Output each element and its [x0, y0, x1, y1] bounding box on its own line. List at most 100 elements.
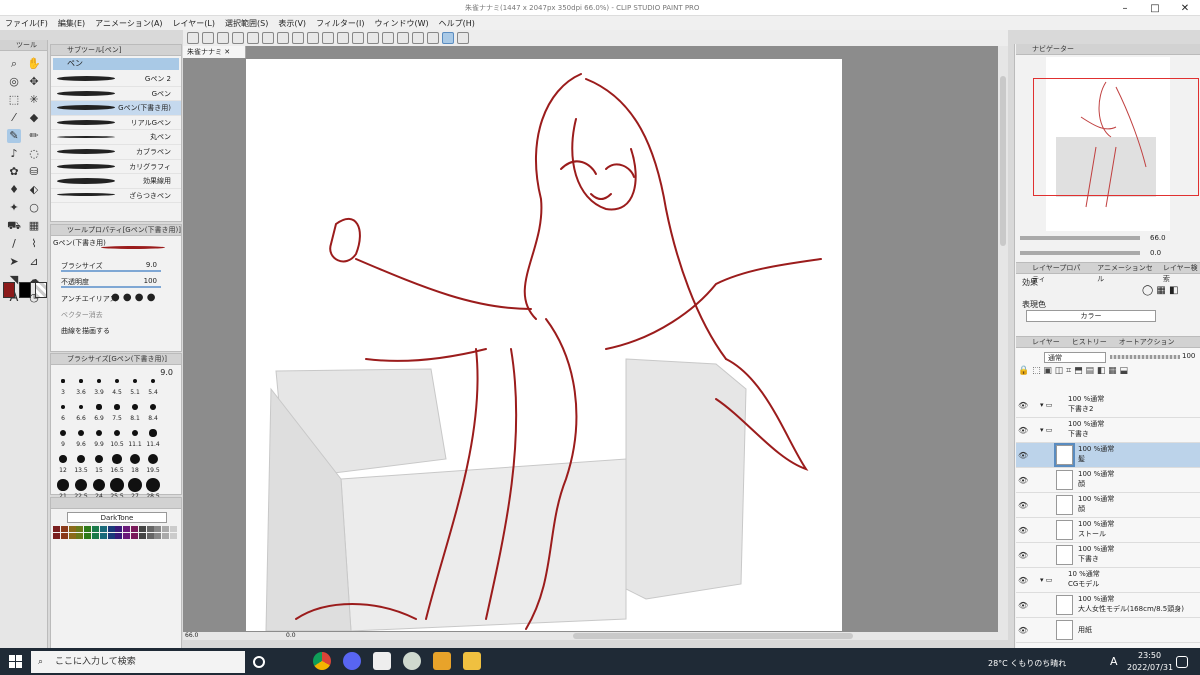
layer-row[interactable]: 👁 100 %通常顔	[1016, 493, 1200, 518]
tab-auto-action[interactable]: オートアクション	[1119, 337, 1175, 347]
pen-icon[interactable]: ✎	[7, 129, 21, 143]
color-swatch[interactable]	[84, 526, 92, 532]
effect-buttons[interactable]: ◯ ▦ ◧	[1142, 285, 1178, 296]
color-swatch[interactable]	[154, 526, 162, 532]
horizontal-scroll-thumb[interactable]	[573, 633, 853, 639]
blend-mode-select[interactable]: 通常	[1044, 352, 1106, 363]
menu-edit[interactable]: 編集(E)	[53, 18, 90, 29]
brush-item[interactable]: カリグラフィ	[51, 160, 181, 175]
menu-view[interactable]: 表示(V)	[273, 18, 311, 29]
brush-item[interactable]: ざらつきペン	[51, 189, 181, 204]
navigator-zoom-slider[interactable]	[1020, 236, 1140, 240]
color-swatch[interactable]	[84, 533, 92, 539]
cut-icon[interactable]	[292, 32, 304, 44]
layer-row[interactable]: 👁 100 %通常 下書き	[1016, 543, 1200, 568]
color-swatch[interactable]	[170, 526, 177, 532]
pencil-icon[interactable]: ✏	[27, 129, 41, 143]
menu-animation[interactable]: アニメーション(A)	[90, 18, 167, 29]
pressure-row[interactable]: 曲線を描画する	[51, 322, 181, 338]
eraser-icon[interactable]: ◆	[27, 111, 41, 125]
ime-indicator[interactable]: A	[1110, 655, 1118, 668]
help-icon[interactable]	[457, 32, 469, 44]
color-swatch[interactable]	[138, 533, 146, 539]
tab-history[interactable]: ヒストリー	[1072, 337, 1107, 347]
discord-icon[interactable]	[343, 652, 361, 670]
brush-size-dot[interactable]	[96, 404, 102, 410]
color-swatch[interactable]	[92, 533, 99, 539]
close-button[interactable]: ✕	[1170, 0, 1200, 16]
visibility-eye-icon[interactable]: 👁	[1018, 476, 1028, 485]
ink-icon[interactable]: ✦	[7, 201, 21, 215]
color-swatch[interactable]	[123, 526, 131, 532]
color-swatch[interactable]	[146, 533, 154, 539]
zoom-icon[interactable]: ⌕	[7, 57, 21, 71]
brush-item[interactable]: リアルGペン	[51, 116, 181, 131]
export-icon[interactable]	[232, 32, 244, 44]
colorset-select[interactable]: DarkTone	[67, 512, 167, 523]
brush-size-dot[interactable]	[97, 379, 101, 383]
visibility-eye-icon[interactable]: 👁	[1018, 601, 1028, 610]
layer-row[interactable]: 👁 100 %通常 ストール	[1016, 518, 1200, 543]
menu-layer[interactable]: レイヤー(L)	[168, 18, 220, 29]
color-swatch[interactable]	[53, 526, 60, 532]
color-swatch[interactable]	[123, 533, 131, 539]
auto-select-icon[interactable]: ✳	[27, 93, 41, 107]
taskbar-search-input[interactable]: ⌕ ここに入力して検索	[31, 651, 245, 673]
canvas-vertical-scrollbar[interactable]	[998, 46, 1008, 632]
folder-icon[interactable]: ▾ ▭	[1040, 401, 1052, 410]
canvas-horizontal-scrollbar[interactable]: 66.0 0.0	[183, 632, 1008, 640]
visibility-eye-icon[interactable]: 👁	[1018, 526, 1028, 535]
canvas-tab[interactable]: 朱雀ナナミ ✕	[183, 46, 246, 58]
eraser2-icon[interactable]: ⬖	[27, 183, 41, 197]
color-swatch[interactable]	[107, 526, 115, 532]
snap-grid-icon[interactable]	[442, 32, 454, 44]
brush-size-dot[interactable]	[147, 453, 159, 465]
transparent-color-swatch[interactable]	[35, 282, 47, 298]
brush-size-dot[interactable]	[79, 379, 83, 383]
brush-icon[interactable]: ♪	[7, 147, 21, 161]
paste-icon[interactable]	[322, 32, 334, 44]
airbrush-icon[interactable]: ◌	[27, 147, 41, 161]
brush-size-dot[interactable]	[114, 378, 119, 383]
layer-row[interactable]: 👁 100 %通常顔	[1016, 468, 1200, 493]
sub-color-swatch[interactable]	[19, 282, 31, 298]
layer-folder-row[interactable]: 👁 ▾ ▭ 100 %通常 下書き2	[1016, 393, 1200, 418]
clip-studio-icon[interactable]	[373, 652, 391, 670]
frame-icon[interactable]: ⌇	[27, 237, 41, 251]
subtool-group-tab[interactable]: ペン	[53, 58, 179, 70]
brush-size-dot[interactable]	[77, 429, 85, 437]
color-swatch[interactable]	[99, 533, 107, 539]
brush-item-selected[interactable]: Gペン(下書き用)	[51, 101, 181, 116]
color-swatch[interactable]	[76, 533, 84, 539]
move-layer-icon[interactable]: ✥	[27, 75, 41, 89]
brush-size-dot[interactable]	[132, 378, 138, 384]
shape-icon[interactable]: ○	[27, 201, 41, 215]
minimize-button[interactable]: –	[1110, 0, 1140, 16]
clear-icon[interactable]	[277, 32, 289, 44]
blend-icon[interactable]: ⛁	[27, 165, 41, 179]
clock-time[interactable]: 23:50	[1138, 651, 1161, 660]
color-swatch[interactable]	[107, 533, 115, 539]
menu-selection[interactable]: 選択範囲(S)	[220, 18, 273, 29]
fill-icon[interactable]	[337, 32, 349, 44]
color-swatch[interactable]	[162, 533, 170, 539]
color-swatch[interactable]	[170, 533, 177, 539]
brush-size-dot[interactable]	[57, 479, 69, 491]
brush-size-slider[interactable]	[61, 270, 161, 272]
brush-size-dot[interactable]	[95, 429, 103, 437]
show-selection-icon[interactable]	[397, 32, 409, 44]
menu-window[interactable]: ウィンドウ(W)	[370, 18, 434, 29]
redo-icon[interactable]	[262, 32, 274, 44]
vertical-scroll-thumb[interactable]	[1000, 76, 1006, 246]
brush-size-dot[interactable]	[76, 454, 86, 464]
antialias-options[interactable]: ● ● ● ●	[111, 292, 155, 303]
ruler-icon[interactable]: ⊿	[27, 255, 41, 269]
layer-folder-row[interactable]: 👁 ▾ ▭ 100 %通常 下書き	[1016, 418, 1200, 443]
antialias-row[interactable]: アンチエイリアス ● ● ● ●	[51, 290, 181, 306]
color-swatch[interactable]	[115, 526, 123, 532]
layer-opacity-slider[interactable]	[1110, 355, 1180, 359]
brush-item[interactable]: 効果線用	[51, 174, 181, 189]
folder-icon[interactable]	[463, 652, 481, 670]
object-icon[interactable]: ➤	[7, 255, 21, 269]
operation-icon[interactable]: ◎	[7, 75, 21, 89]
